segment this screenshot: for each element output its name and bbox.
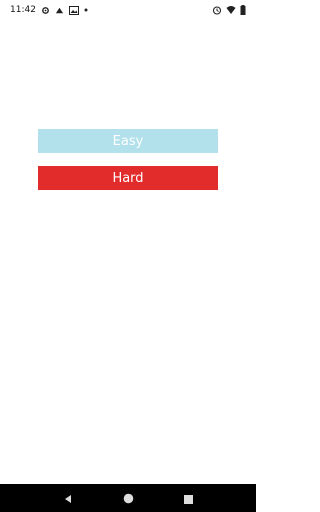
- status-bar-left: 11:42: [10, 5, 88, 15]
- back-icon: [63, 489, 73, 508]
- hard-button-label: Hard: [112, 170, 144, 186]
- recents-icon: [183, 489, 193, 508]
- wifi-icon: [226, 5, 236, 15]
- home-button[interactable]: [116, 486, 140, 510]
- cast-icon: [55, 6, 64, 15]
- navigation-bar: [0, 484, 256, 512]
- battery-icon: [240, 5, 246, 15]
- status-bar-right: [212, 5, 246, 15]
- easy-button-label: Easy: [112, 133, 144, 149]
- status-time: 11:42: [10, 5, 36, 15]
- alarm-icon: [212, 5, 222, 15]
- back-button[interactable]: [56, 486, 80, 510]
- easy-button[interactable]: Easy: [38, 129, 218, 153]
- home-icon: [123, 489, 134, 508]
- image-icon: [68, 5, 79, 15]
- dot-icon: [84, 8, 88, 12]
- gear-icon: [41, 6, 50, 15]
- status-bar: 11:42: [0, 0, 256, 20]
- recents-button[interactable]: [176, 486, 200, 510]
- app-screen: 11:42 Easy Hard: [0, 0, 256, 512]
- hard-button[interactable]: Hard: [38, 166, 218, 190]
